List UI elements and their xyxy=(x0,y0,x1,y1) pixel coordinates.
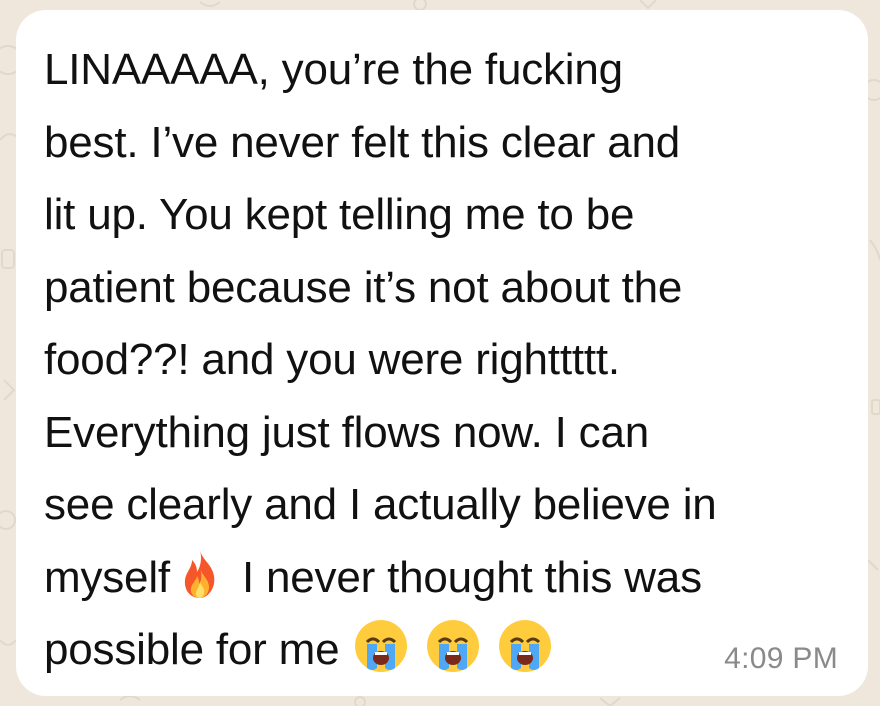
loudly-crying-face-icon xyxy=(353,618,409,674)
fire-emoji-icon xyxy=(172,546,228,602)
message-text: LINAAAAA, you’re the fucking best. I’ve … xyxy=(44,34,844,687)
message-line: best. I’ve never felt this clear and xyxy=(44,117,681,167)
message-segment: I never thought this was xyxy=(229,552,702,602)
loudly-crying-face-icon xyxy=(425,618,481,674)
message-line: lit up. You kept telling me to be xyxy=(44,190,635,239)
message-segment: possible for me xyxy=(44,625,340,674)
message-line: LINAAAAA, you’re the fucking xyxy=(44,45,623,94)
message-line: myself I never thought this was xyxy=(44,542,844,615)
message-segment: myself xyxy=(44,552,170,602)
message-timestamp: 4:09 PM xyxy=(724,642,838,675)
loudly-crying-face-icon xyxy=(497,618,553,674)
message-line: Everything just flows now. I can xyxy=(44,407,650,457)
message-bubble[interactable]: LINAAAAA, you’re the fucking best. I’ve … xyxy=(16,10,868,696)
message-line: food??! and you were righttttt. xyxy=(44,335,620,384)
message-line: see clearly and I actually believe in xyxy=(44,480,717,529)
message-line: patient because it’s not about the xyxy=(44,262,683,312)
